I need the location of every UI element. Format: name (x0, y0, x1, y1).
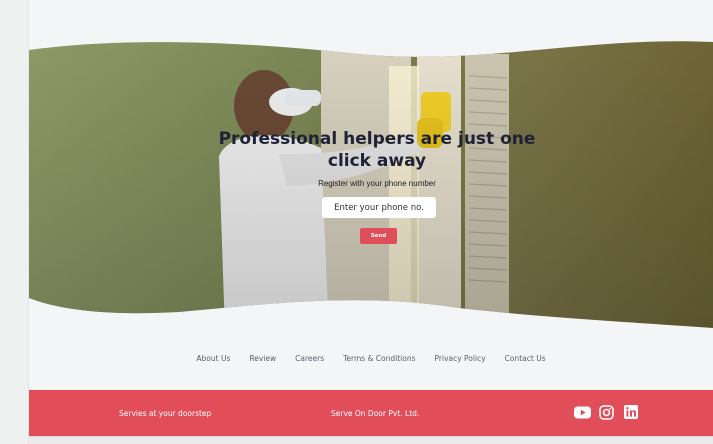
footer-tagline: Servies at your doorstep (119, 409, 212, 418)
nav-link-about-us[interactable]: About Us (196, 354, 230, 368)
left-sidebar-strip (0, 0, 29, 444)
youtube-icon[interactable] (574, 405, 591, 420)
nav-link-terms[interactable]: Terms & Conditions (343, 354, 415, 368)
hero-subline: Register with your phone number (318, 179, 436, 188)
nav-link-review[interactable]: Review (249, 354, 276, 368)
linkedin-icon[interactable] (624, 405, 641, 420)
send-button[interactable]: Send (360, 228, 397, 244)
phone-number-input[interactable] (322, 197, 436, 218)
nav-link-privacy-policy[interactable]: Privacy Policy (435, 354, 486, 368)
hero-headline: Professional helpers are just one click … (218, 129, 536, 171)
page-bottom-edge (29, 436, 713, 444)
social-links (574, 405, 641, 420)
hero-banner: Professional helpers are just one click … (29, 36, 713, 332)
footer-company-name: Serve On Door Pvt. Ltd. (331, 409, 420, 418)
footer-navigation: About Us Review Careers Terms & Conditio… (29, 354, 713, 368)
hero-content: Professional helpers are just one click … (29, 36, 713, 332)
footer-bar: Servies at your doorstep Serve On Door P… (29, 390, 713, 436)
nav-link-careers[interactable]: Careers (295, 354, 324, 368)
nav-link-contact-us[interactable]: Contact Us (505, 354, 546, 368)
instagram-icon[interactable] (599, 405, 616, 420)
